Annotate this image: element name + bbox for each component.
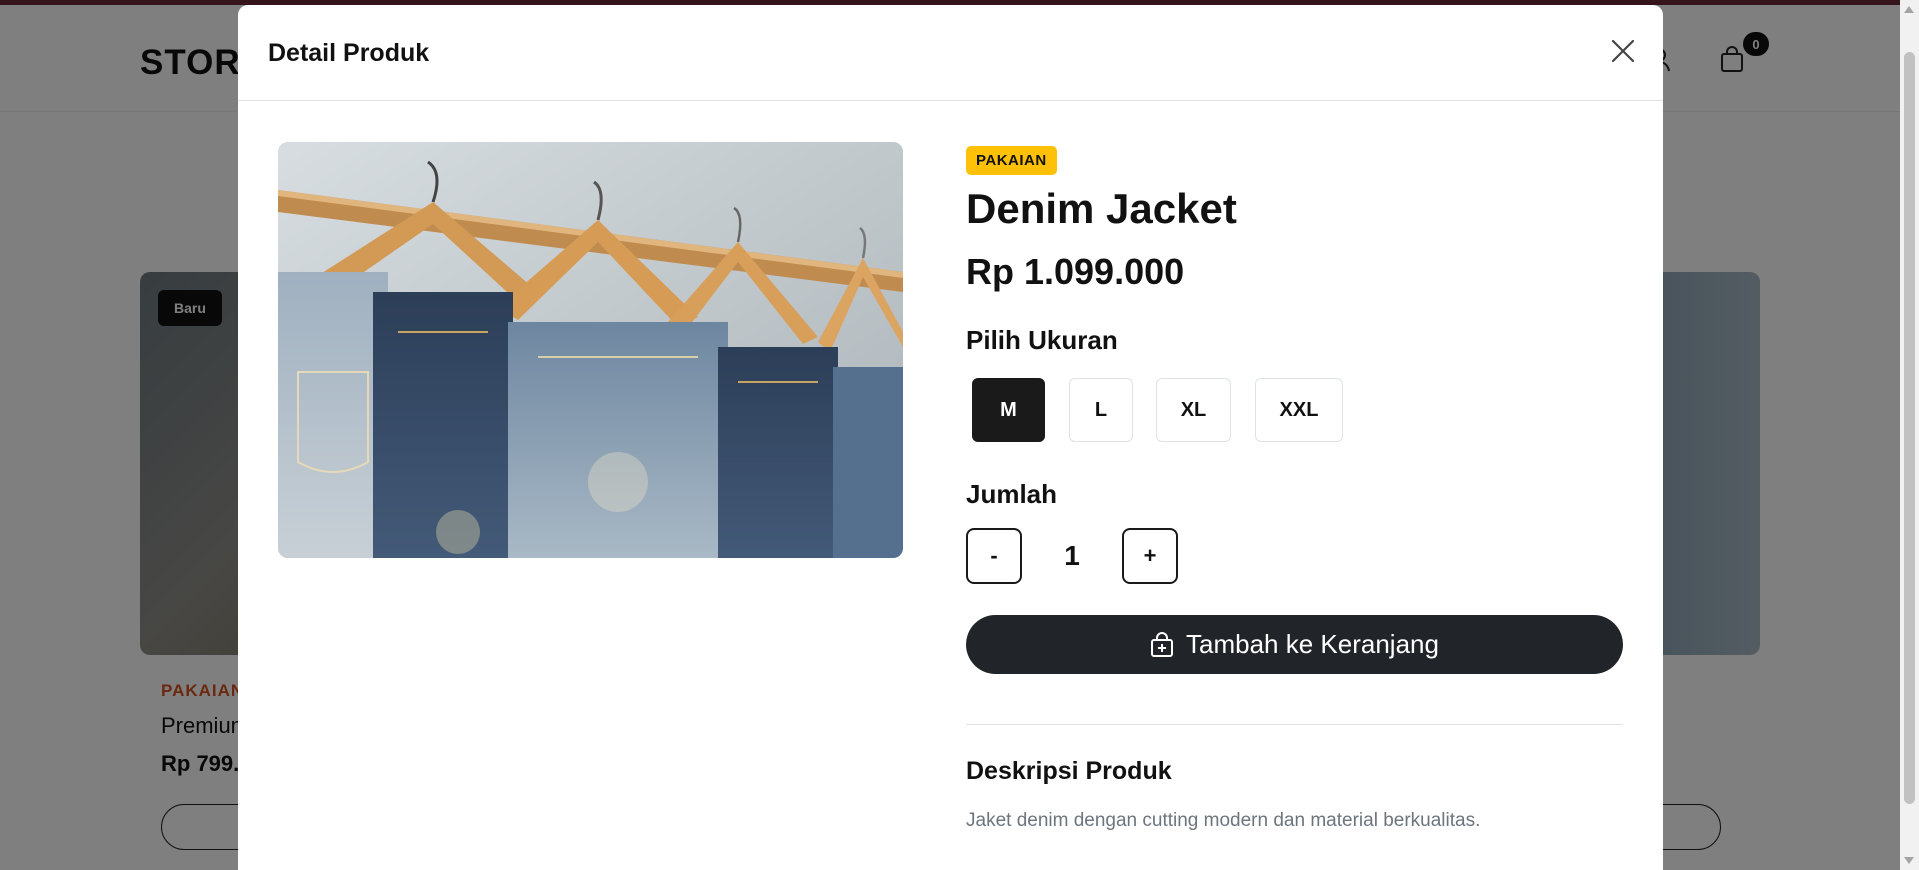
quantity-label: Jumlah <box>966 479 1058 509</box>
scroll-up-arrow-icon[interactable] <box>1904 6 1914 13</box>
divider <box>966 724 1623 725</box>
product-name: Denim Jacket <box>966 185 1237 232</box>
bag-plus-icon <box>1151 631 1174 657</box>
scroll-thumb[interactable] <box>1904 52 1915 804</box>
category-badge: PAKAIAN <box>966 146 1057 175</box>
decrement-button[interactable]: - <box>966 528 1022 584</box>
size-option-m[interactable]: M <box>972 378 1045 442</box>
description-title: Deskripsi Produk <box>966 757 1172 785</box>
description-text: Jaket denim dengan cutting modern dan ma… <box>966 810 1481 831</box>
add-to-cart-button[interactable]: Tambah ke Keranjang <box>966 615 1623 674</box>
size-option-xl[interactable]: XL <box>1156 378 1231 442</box>
size-option-xxl[interactable]: XXL <box>1255 378 1343 442</box>
modal-title: Detail Produk <box>268 39 430 67</box>
product-detail-modal: Detail Produk PAKAIAN Denim Jacket Rp 1.… <box>238 5 1663 870</box>
product-price: Rp 1.099.000 <box>966 251 1185 292</box>
modal-header: Detail Produk <box>238 5 1663 101</box>
size-label: Pilih Ukuran <box>966 325 1118 355</box>
product-image <box>278 142 903 558</box>
size-option-l[interactable]: L <box>1069 378 1133 442</box>
increment-button[interactable]: + <box>1122 528 1178 584</box>
close-icon[interactable] <box>1607 35 1639 67</box>
add-to-cart-label: Tambah ke Keranjang <box>1186 629 1439 659</box>
page-scrollbar[interactable] <box>1900 0 1919 870</box>
scroll-down-arrow-icon[interactable] <box>1904 857 1914 864</box>
size-options: M L XL XXL <box>966 378 1343 442</box>
quantity-value: 1 <box>1064 540 1080 571</box>
